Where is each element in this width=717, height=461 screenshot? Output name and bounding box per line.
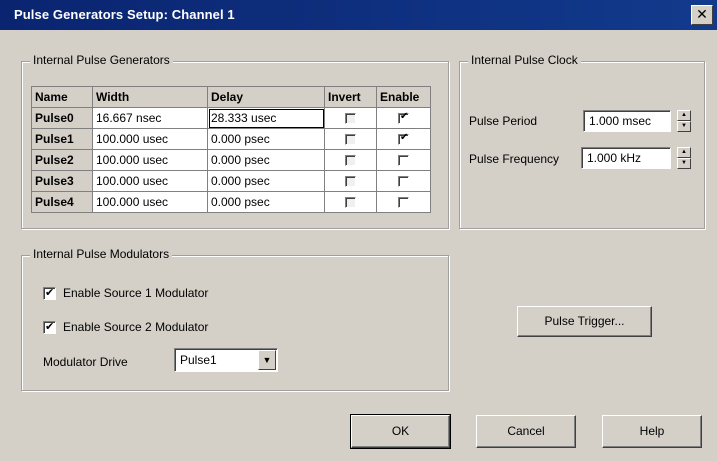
- title-bar: Pulse Generators Setup: Channel 1 ✕: [0, 0, 717, 30]
- row-name-cell: Pulse4: [31, 191, 93, 213]
- modulator-drive-select[interactable]: Pulse1 ▼: [174, 348, 278, 372]
- delay-cell[interactable]: 28.333 usec: [207, 107, 325, 129]
- invert-cell[interactable]: [324, 128, 377, 150]
- invert-checkbox[interactable]: [345, 176, 356, 188]
- enable-cell[interactable]: [376, 107, 431, 129]
- source2-modulator-label: Enable Source 2 Modulator: [63, 320, 209, 334]
- row-name-cell: Pulse0: [31, 107, 93, 129]
- source2-modulator-option[interactable]: Enable Source 2 Modulator: [43, 320, 208, 334]
- source1-modulator-option[interactable]: Enable Source 1 Modulator: [43, 286, 208, 300]
- row-name-cell: Pulse2: [31, 149, 93, 171]
- table-header-row: Name Width Delay Invert Enable: [31, 86, 431, 108]
- enable-checkbox[interactable]: [398, 111, 409, 125]
- cancel-button[interactable]: Cancel: [476, 415, 576, 448]
- table-row[interactable]: Pulse4 100.000 usec 0.000 psec: [31, 191, 431, 213]
- invert-checkbox[interactable]: [345, 155, 356, 167]
- invert-checkbox[interactable]: [345, 197, 356, 209]
- invert-cell[interactable]: [324, 107, 377, 129]
- pulse-frequency-spinner[interactable]: ▲ ▼: [677, 147, 691, 169]
- pulse-frequency-input[interactable]: 1.000 kHz: [581, 147, 671, 169]
- close-button[interactable]: ✕: [691, 5, 713, 25]
- column-header-name: Name: [31, 86, 93, 108]
- row-name-cell: Pulse3: [31, 170, 93, 192]
- source2-modulator-checkbox[interactable]: [43, 320, 56, 334]
- invert-cell[interactable]: [324, 149, 377, 171]
- delay-cell[interactable]: 0.000 psec: [207, 128, 325, 150]
- pulse-modulators-title: Internal Pulse Modulators: [30, 247, 173, 261]
- column-header-delay: Delay: [207, 86, 325, 108]
- delay-cell[interactable]: 0.000 psec: [207, 149, 325, 171]
- width-cell[interactable]: 100.000 usec: [92, 170, 208, 192]
- table-row[interactable]: Pulse3 100.000 usec 0.000 psec: [31, 170, 431, 192]
- window-title: Pulse Generators Setup: Channel 1: [14, 7, 235, 22]
- table-row[interactable]: Pulse1 100.000 usec 0.000 psec: [31, 128, 431, 150]
- width-cell[interactable]: 100.000 usec: [92, 191, 208, 213]
- close-icon: ✕: [696, 6, 708, 22]
- enable-cell[interactable]: [376, 128, 431, 150]
- pulse-period-input[interactable]: 1.000 msec: [583, 110, 671, 132]
- source1-modulator-checkbox[interactable]: [43, 286, 56, 300]
- invert-checkbox[interactable]: [345, 134, 356, 146]
- pulse-trigger-button[interactable]: Pulse Trigger...: [517, 306, 652, 337]
- column-header-invert: Invert: [324, 86, 377, 108]
- enable-checkbox[interactable]: [398, 176, 409, 188]
- pulse-clock-title: Internal Pulse Clock: [468, 53, 581, 67]
- invert-cell[interactable]: [324, 191, 377, 213]
- help-button[interactable]: Help: [602, 415, 702, 448]
- pulse-clock-group: Internal Pulse Clock: [459, 53, 705, 229]
- pulse-generators-table: Name Width Delay Invert Enable Pulse0 16.…: [31, 86, 431, 213]
- pulse-generators-title: Internal Pulse Generators: [30, 53, 173, 67]
- modulator-drive-label: Modulator Drive: [43, 355, 128, 369]
- width-cell[interactable]: 100.000 usec: [92, 128, 208, 150]
- source1-modulator-label: Enable Source 1 Modulator: [63, 286, 209, 300]
- enable-cell[interactable]: [376, 191, 431, 213]
- pulse-period-label: Pulse Period: [469, 114, 538, 128]
- ok-button[interactable]: OK: [350, 414, 451, 449]
- delay-cell[interactable]: 0.000 psec: [207, 191, 325, 213]
- pulse-frequency-label: Pulse Frequency: [469, 152, 560, 166]
- chevron-down-icon[interactable]: ▼: [258, 350, 276, 370]
- width-cell[interactable]: 100.000 usec: [92, 149, 208, 171]
- enable-cell[interactable]: [376, 170, 431, 192]
- pulse-period-spinner[interactable]: ▲ ▼: [677, 110, 691, 132]
- spin-down-icon[interactable]: ▼: [677, 121, 691, 132]
- invert-checkbox[interactable]: [345, 113, 356, 125]
- enable-checkbox[interactable]: [398, 155, 409, 167]
- delay-cell[interactable]: 0.000 psec: [207, 170, 325, 192]
- table-row[interactable]: Pulse0 16.667 nsec 28.333 usec: [31, 107, 431, 129]
- table-row[interactable]: Pulse2 100.000 usec 0.000 psec: [31, 149, 431, 171]
- row-name-cell: Pulse1: [31, 128, 93, 150]
- enable-checkbox[interactable]: [398, 197, 409, 209]
- spin-up-icon[interactable]: ▲: [677, 147, 691, 158]
- enable-checkbox[interactable]: [398, 132, 409, 146]
- invert-cell[interactable]: [324, 170, 377, 192]
- column-header-width: Width: [92, 86, 208, 108]
- width-cell[interactable]: 16.667 nsec: [92, 107, 208, 129]
- enable-cell[interactable]: [376, 149, 431, 171]
- column-header-enable: Enable: [376, 86, 431, 108]
- spin-down-icon[interactable]: ▼: [677, 158, 691, 169]
- spin-up-icon[interactable]: ▲: [677, 110, 691, 121]
